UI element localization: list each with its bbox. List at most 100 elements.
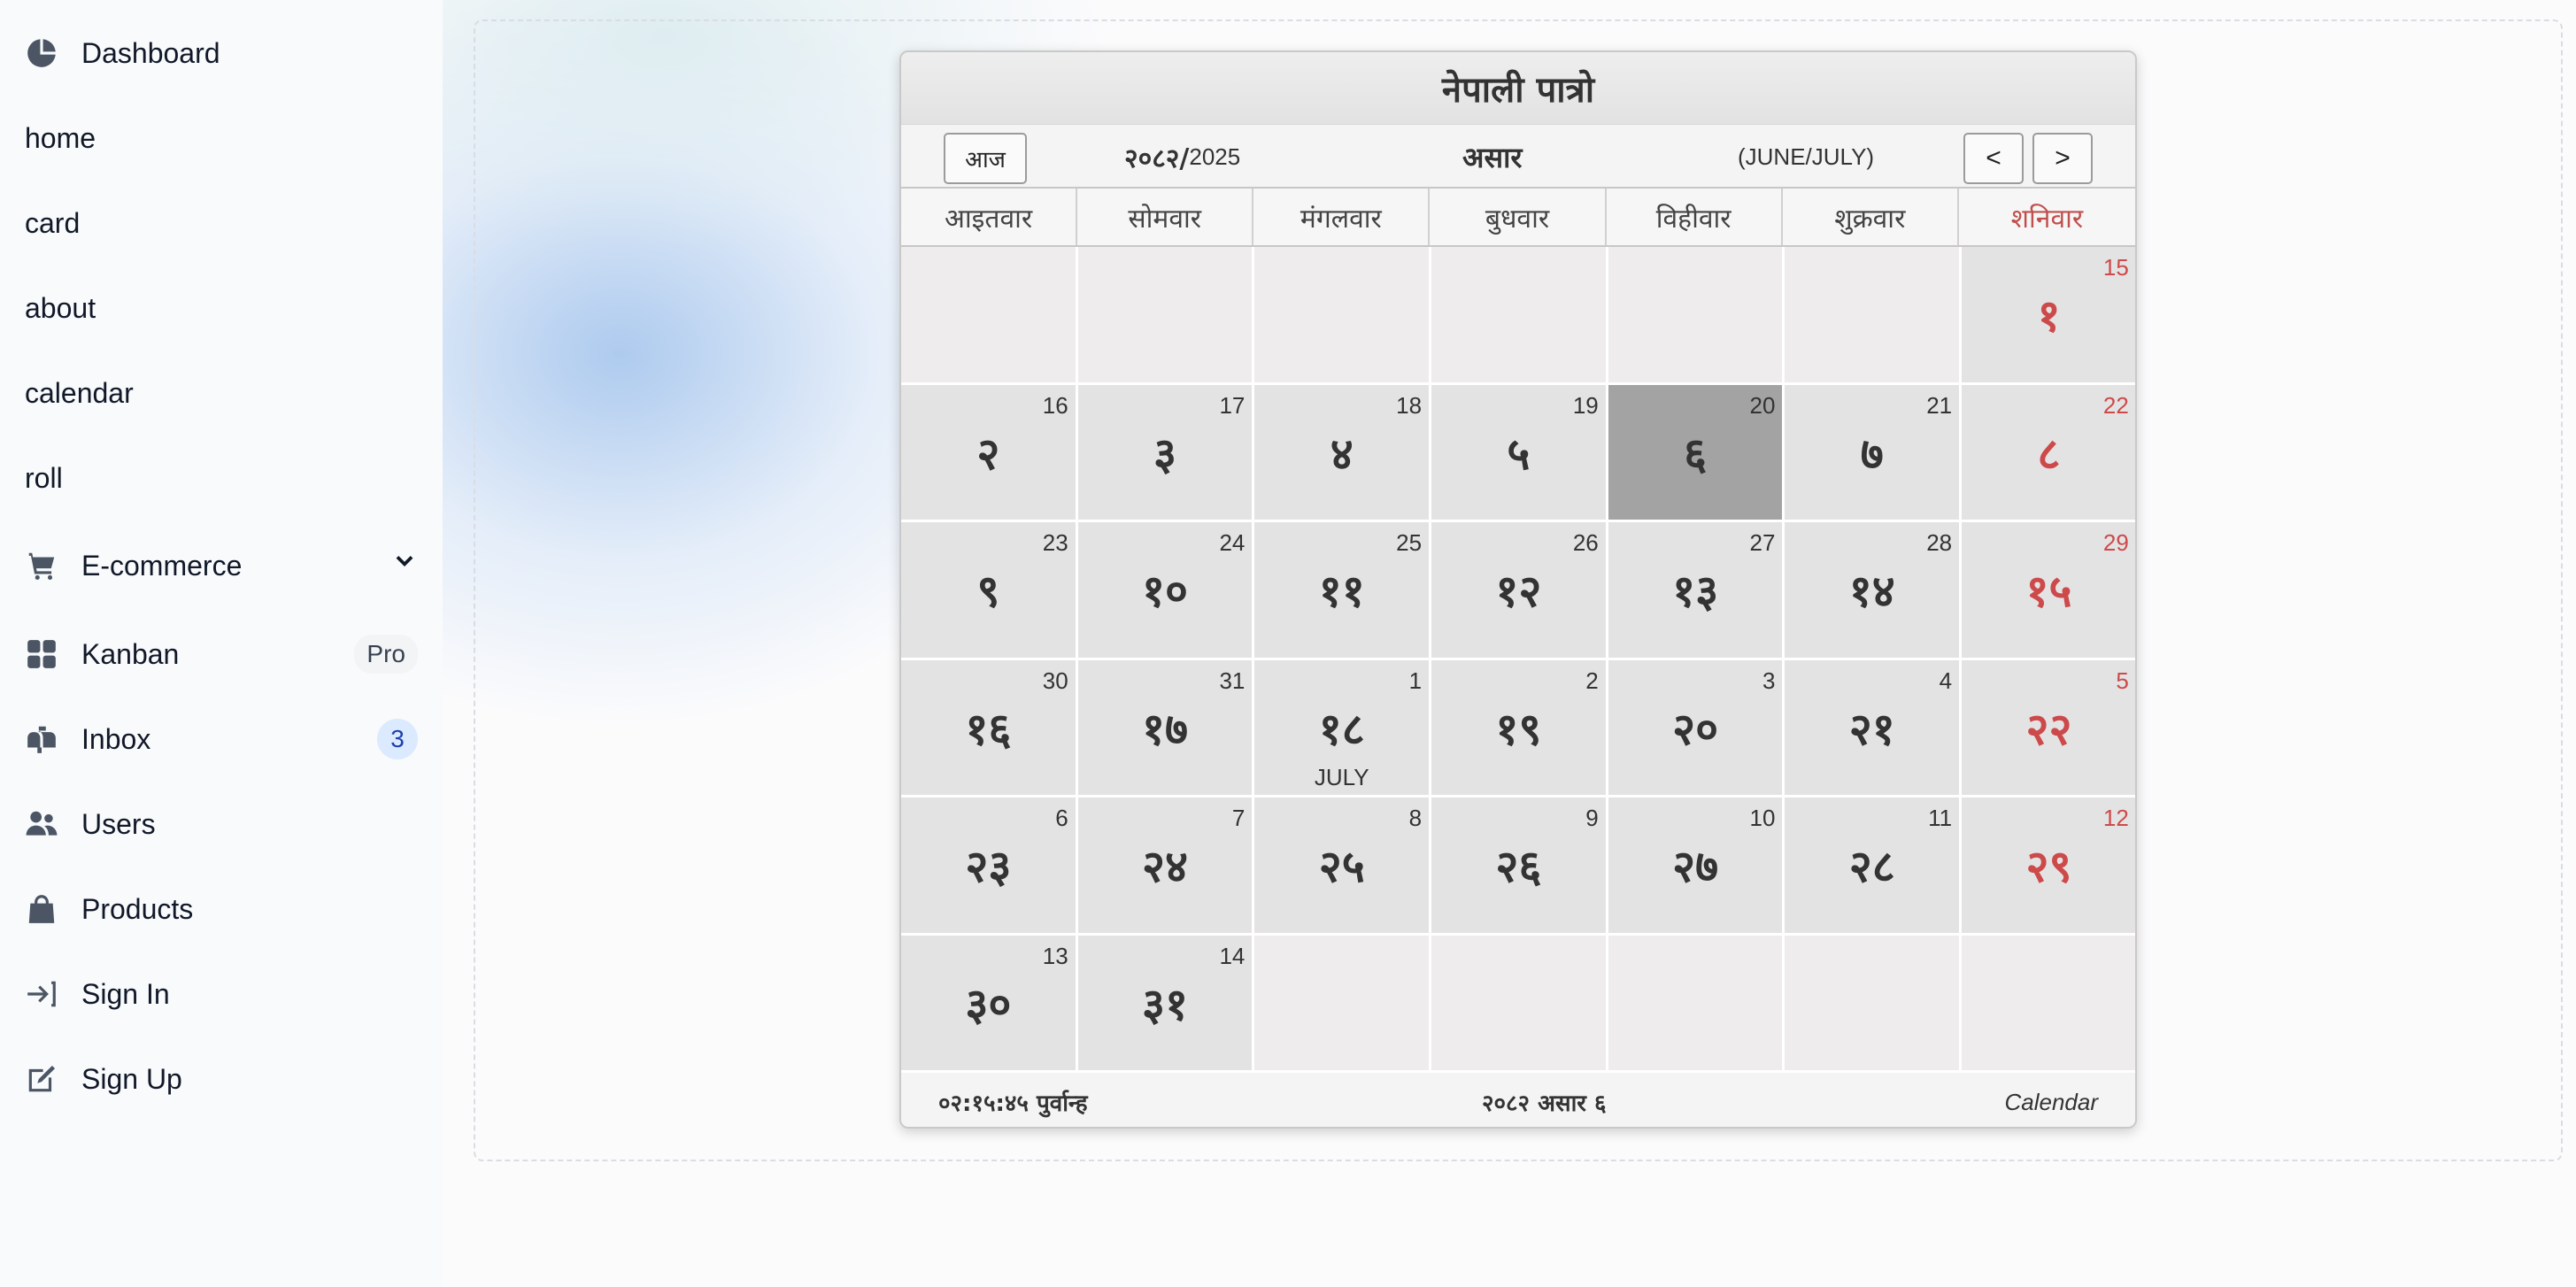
calendar-nav-bar: आज २०८२/ 2025 असार (JUNE/JULY) < > [901, 125, 2135, 189]
calendar-day[interactable]: २२ 5 [1962, 659, 2135, 798]
calendar-day[interactable]: ११ 25 [1254, 522, 1432, 660]
calendar-day[interactable]: ८ 22 [1962, 384, 2135, 522]
day-number-en: 24 [1219, 529, 1246, 556]
calendar-empty-cell [1431, 935, 1608, 1073]
calendar-empty-cell [1962, 935, 2135, 1073]
day-number-en: 16 [1042, 391, 1068, 419]
calendar-day[interactable]: २१ 4 [1785, 659, 1963, 798]
day-number-np: २८ [1848, 841, 1895, 892]
calendar-day[interactable]: १९ 2 [1431, 659, 1608, 798]
day-number-en: 18 [1396, 391, 1423, 419]
nav-users[interactable]: Users [25, 798, 418, 851]
nav-calendar[interactable]: calendar [25, 366, 418, 420]
nav-inbox[interactable]: Inbox 3 [25, 713, 418, 766]
calendar-day[interactable]: १ 15 [1962, 247, 2135, 385]
day-number-en: 10 [1749, 805, 1776, 831]
nav-about[interactable]: about [25, 281, 418, 335]
calendar-day[interactable]: ३ 17 [1077, 384, 1255, 522]
calendar-day[interactable]: २९ 12 [1962, 798, 2135, 936]
sign-in-icon [25, 977, 58, 1011]
calendar-day[interactable]: १२ 26 [1431, 522, 1608, 660]
calendar-day[interactable]: १४ 28 [1785, 522, 1963, 660]
calendar-day[interactable]: २६ 9 [1431, 798, 1608, 936]
calendar-day[interactable]: १३ 27 [1608, 522, 1785, 660]
pro-badge: Pro [354, 635, 418, 674]
day-number-en: 15 [2102, 254, 2129, 281]
day-number-en: 21 [1926, 391, 1953, 419]
day-number-np: २१ [1848, 703, 1895, 755]
calendar-day[interactable]: ३१ 14 [1077, 935, 1255, 1073]
calendar-day[interactable]: २७ 10 [1608, 798, 1785, 936]
inbox-count-badge: 3 [377, 719, 418, 759]
nav-card[interactable]: card [25, 197, 418, 250]
nav-sign-up[interactable]: Sign Up [25, 1052, 418, 1106]
nav-label: Products [81, 892, 194, 925]
day-number-en: 20 [1749, 391, 1776, 419]
calendar-day[interactable]: २३ 6 [901, 798, 1078, 936]
users-icon [25, 807, 58, 841]
nav-label: Sign In [81, 977, 170, 1010]
calendar-empty-cell [901, 247, 1078, 385]
day-number-np: २ [976, 428, 1000, 480]
day-number-np: २४ [1142, 841, 1189, 892]
weekday-header: आइतवार सोमवार मंगलवार बुधवार विहीवार शुक्रवार… [901, 189, 2135, 247]
today-button[interactable]: आज [944, 133, 1027, 184]
day-number-np: १५ [2025, 566, 2072, 617]
nav-sign-in[interactable]: Sign In [25, 967, 418, 1021]
calendar-day[interactable]: ३० 13 [901, 935, 1078, 1073]
edit-icon [25, 1062, 58, 1096]
day-number-np: २० [1672, 703, 1719, 755]
day-number-en: 3 [1762, 667, 1776, 694]
calendar-day[interactable]: २८ 11 [1785, 798, 1963, 936]
prev-month-button[interactable]: < [1963, 133, 2024, 184]
calendar-day[interactable]: १५ 29 [1962, 522, 2135, 660]
nav-label: Kanban [81, 637, 180, 670]
calendar-empty-cell [1608, 935, 1785, 1073]
calendar-day[interactable]: २४ 7 [1077, 798, 1255, 936]
calendar-day[interactable]: २० 3 [1608, 659, 1785, 798]
nav-products[interactable]: Products [25, 882, 418, 936]
day-number-np: २२ [2025, 703, 2072, 755]
nav-label: home [25, 121, 96, 154]
day-number-en: 23 [1042, 529, 1068, 556]
calendar-empty-cell [1608, 247, 1785, 385]
day-number-en: 14 [1219, 942, 1246, 969]
nav-label: Sign Up [81, 1062, 182, 1095]
calendar-day[interactable]: ५ 19 [1431, 384, 1608, 522]
nav-ecommerce[interactable]: E-commerce [25, 539, 418, 592]
next-month-button[interactable]: > [2032, 133, 2093, 184]
day-number-en: 12 [2102, 805, 2129, 831]
nav-label: roll [25, 461, 63, 494]
day-number-np: ४ [1330, 428, 1354, 480]
calendar-day[interactable]: २५ 8 [1254, 798, 1432, 936]
calendar-empty-cell [1254, 935, 1432, 1073]
nav-label: E-commerce [81, 549, 243, 582]
calendar-day[interactable]: १६ 30 [901, 659, 1078, 798]
day-number-np: २३ [965, 841, 1012, 892]
nav-roll[interactable]: roll [25, 451, 418, 505]
day-number-np: १ [2037, 290, 2061, 342]
day-number-en: 4 [1939, 667, 1953, 694]
nav-kanban[interactable]: Kanban Pro [25, 628, 418, 681]
day-number-en: 25 [1396, 529, 1423, 556]
day-number-en: 7 [1231, 805, 1246, 831]
day-number-np: २९ [2025, 841, 2072, 892]
calendar-day[interactable]: १८ 1 JULY [1254, 659, 1432, 798]
day-number-np: २७ [1672, 841, 1719, 892]
year-en: 2025 [1189, 143, 1241, 170]
nav-home[interactable]: home [25, 112, 418, 165]
calendar-empty-cell [1785, 247, 1963, 385]
nav-dashboard[interactable]: Dashboard [25, 27, 418, 80]
mailbox-icon [25, 722, 58, 756]
calendar-day-today[interactable]: ६ 20 [1608, 384, 1785, 522]
day-number-np: ११ [1318, 566, 1365, 617]
calendar-day[interactable]: ४ 18 [1254, 384, 1432, 522]
calendar-day[interactable]: ७ 21 [1785, 384, 1963, 522]
nav-label: calendar [25, 376, 134, 409]
chevron-down-icon[interactable] [391, 549, 418, 582]
calendar-day[interactable]: १७ 31 [1077, 659, 1255, 798]
calendar-day[interactable]: १० 24 [1077, 522, 1255, 660]
months-en: (JUNE/JULY) [1738, 143, 1875, 170]
calendar-day[interactable]: २ 16 [901, 384, 1078, 522]
calendar-day[interactable]: ९ 23 [901, 522, 1078, 660]
